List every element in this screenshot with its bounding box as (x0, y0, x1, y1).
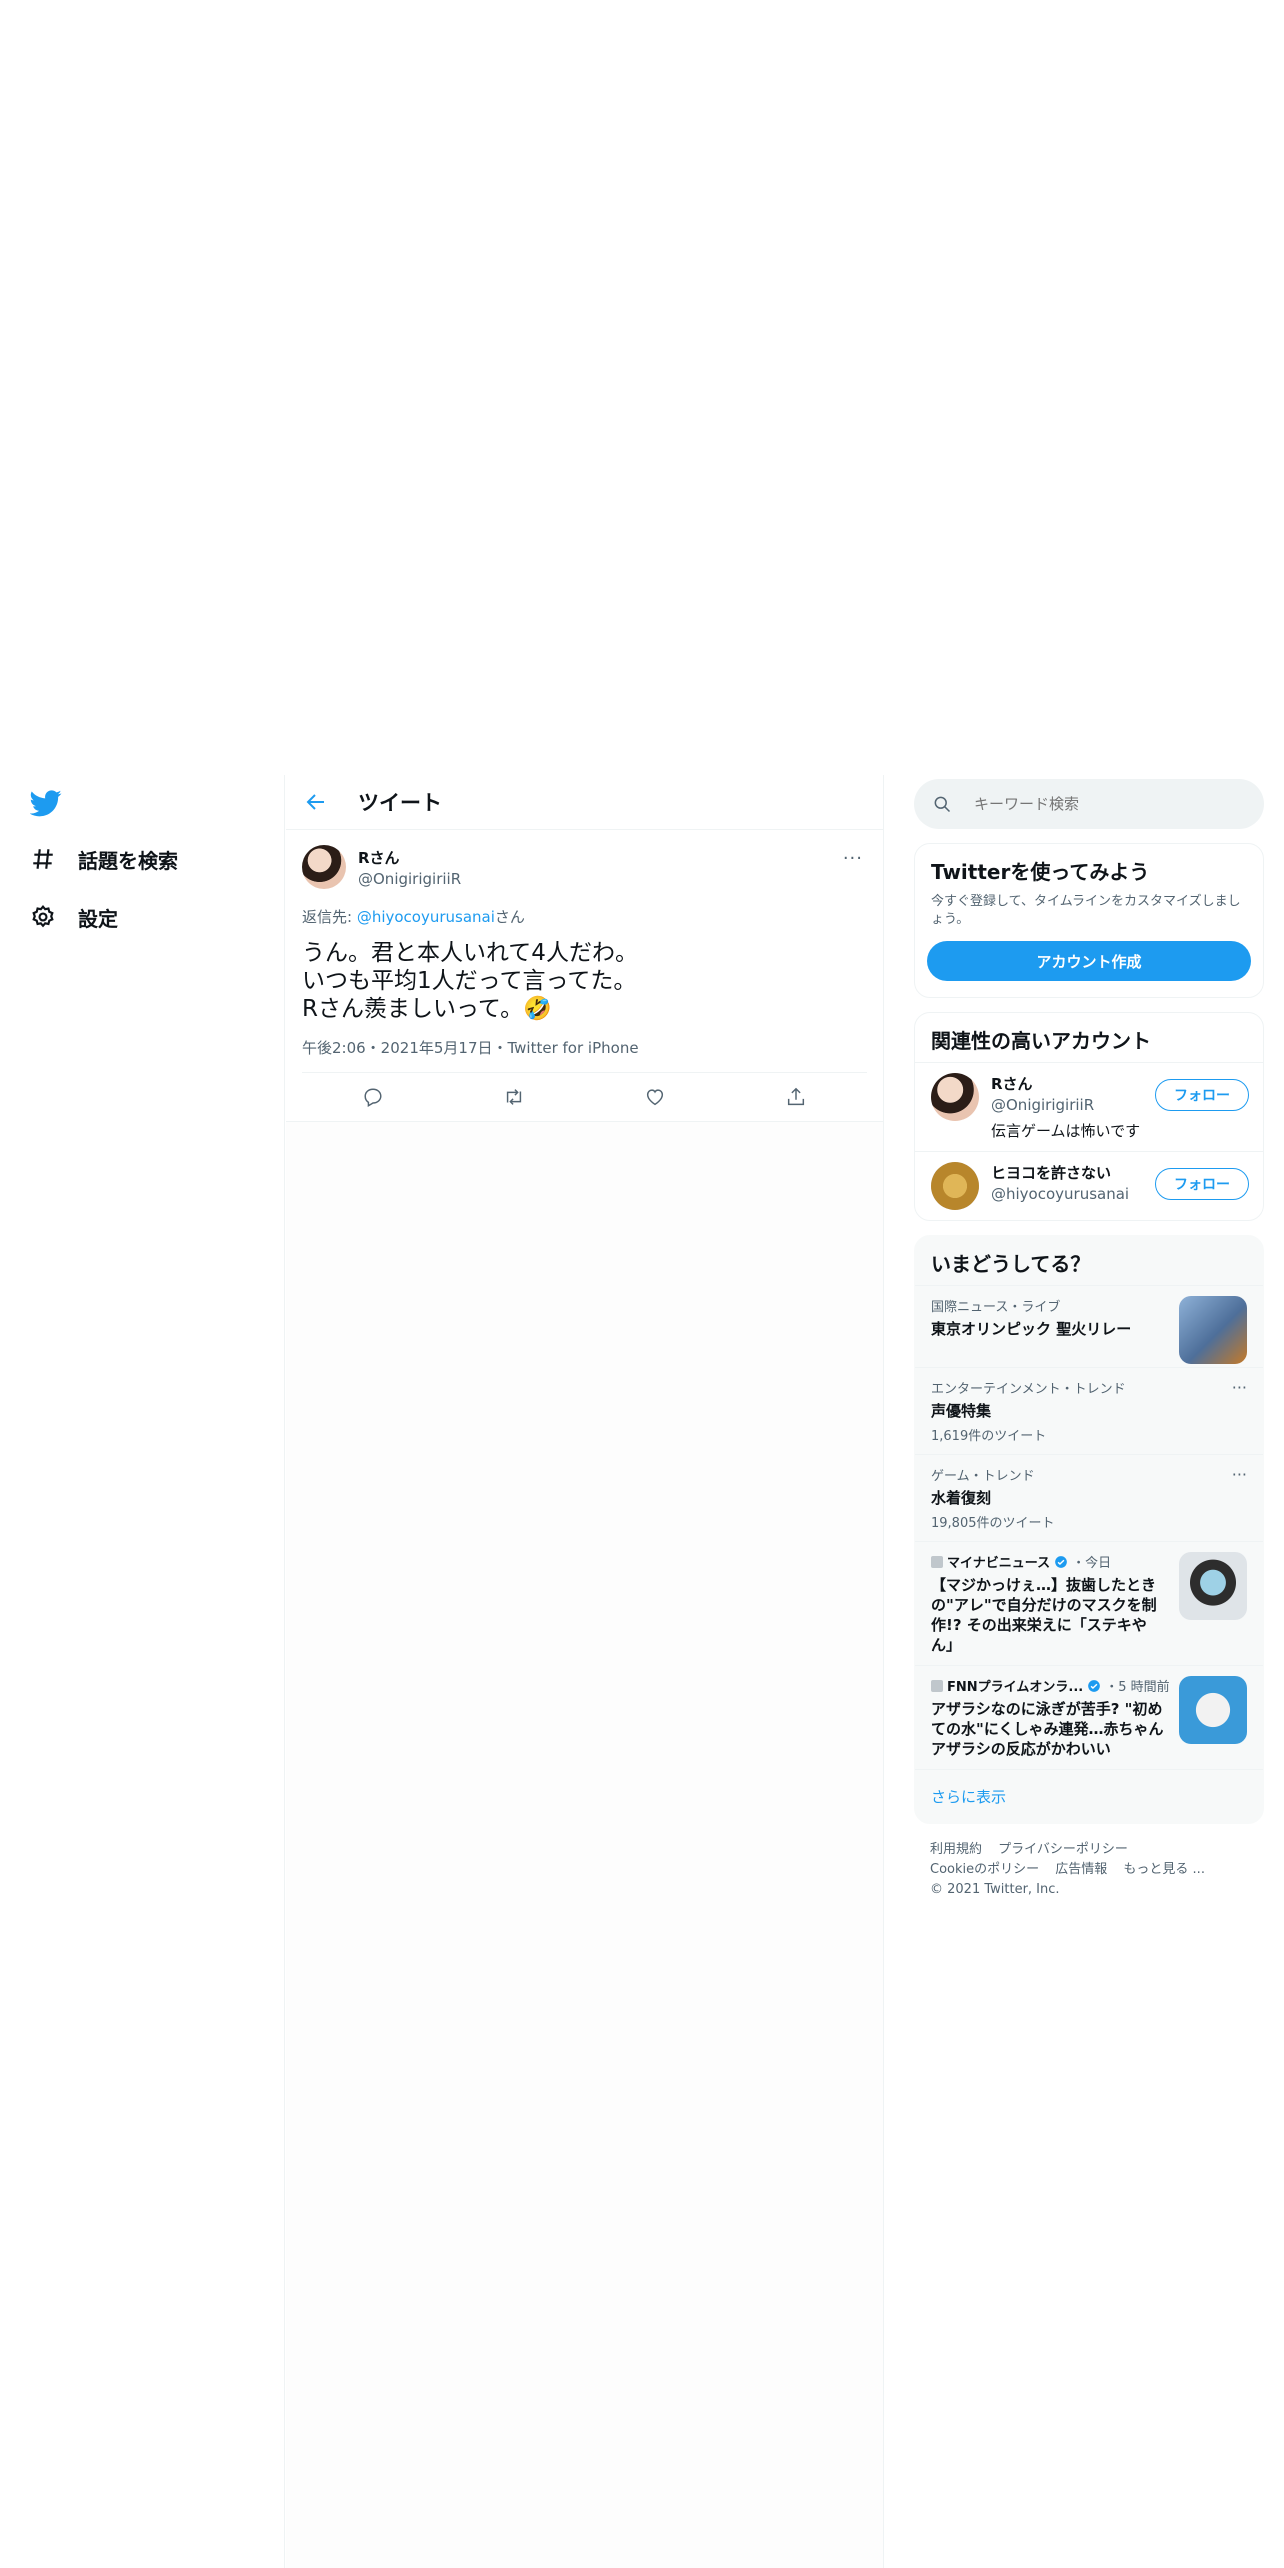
footer-ads-link[interactable]: 広告情報 (1055, 1862, 1107, 1877)
signup-description: 今すぐ登録して、タイムラインをカスタマイズしましょう。 (931, 894, 1241, 927)
avatar[interactable] (302, 845, 346, 889)
more-options-icon[interactable]: ··· (1232, 1378, 1247, 1397)
more-options-icon[interactable]: ··· (1232, 1465, 1247, 1484)
share-icon[interactable] (785, 1086, 807, 1108)
footer-privacy-link[interactable]: プライバシーポリシー (998, 1842, 1128, 1857)
news-source: FNNプライムオンラ... (947, 1680, 1084, 1695)
trend-context: ゲーム・トレンド (931, 1469, 1035, 1484)
news-item[interactable]: FNNプライムオンラ... ・5 時間前 アザラシなのに泳ぎが苦手? "初めての… (915, 1665, 1263, 1769)
verified-icon (1088, 1679, 1101, 1692)
news-time: ・5 時間前 (1105, 1680, 1170, 1695)
trend-context: エンターテインメント・トレンド (931, 1382, 1126, 1397)
tweet-text: うん。君と本人いれて4人だわ。 いつも平均1人だって言ってた。 Rさん羨ましいっ… (302, 940, 638, 1022)
news-thumbnail (1179, 1552, 1247, 1620)
like-icon[interactable] (644, 1086, 666, 1108)
reply-to: 返信先: @hiyocoyurusanaiさん (302, 906, 867, 927)
tweet: Rさん @OnigirigiriiR ··· 返信先: @hiyocoyurus… (286, 830, 883, 1122)
more-options-icon[interactable]: ··· (843, 848, 863, 869)
follow-button[interactable]: フォロー (1155, 1168, 1249, 1200)
trend-thumbnail (1179, 1296, 1247, 1364)
create-account-button[interactable]: アカウント作成 (927, 941, 1251, 981)
footer: 利用規約 プライバシーポリシー Cookieのポリシー 広告情報 もっと見る .… (914, 1824, 1264, 1916)
news-thumbnail (1179, 1676, 1247, 1744)
news-item[interactable]: マイナビニュース ・今日 【マジかっけぇ…】抜歯したときの"アレ"で自分だけのマ… (915, 1541, 1263, 1665)
news-source-icon (931, 1679, 943, 1692)
main-column: ツイート Rさん @OnigirigiriiR ··· 返信先: @hiyoco… (286, 775, 884, 2568)
trend-item[interactable]: エンターテインメント・トレンド 声優特集 1,619件のツイート ··· (915, 1367, 1263, 1454)
avatar[interactable] (931, 1162, 979, 1210)
nav-settings-label: 設定 (78, 906, 118, 931)
tweet-timestamp[interactable]: 午後2:06・2021年5月17日・Twitter for iPhone (302, 1037, 867, 1073)
trend-count: 1,619件のツイート (931, 1429, 1047, 1444)
trend-item[interactable]: ゲーム・トレンド 水着復刻 19,805件のツイート ··· (915, 1454, 1263, 1541)
news-source-icon (931, 1555, 943, 1568)
left-nav: 話題を検索 設定 (0, 775, 285, 2568)
related-title: 関連性の高いアカウント (931, 1029, 1151, 1053)
follow-button[interactable]: フォロー (1155, 1079, 1249, 1111)
back-arrow-icon[interactable] (304, 790, 328, 814)
reply-icon[interactable] (362, 1086, 384, 1108)
reply-mention-link[interactable]: @hiyocoyurusanai (357, 908, 495, 926)
reply-prefix: 返信先: (302, 908, 357, 926)
account-handle[interactable]: @OnigirigiriiR (991, 1096, 1140, 1114)
reply-suffix: さん (494, 908, 525, 926)
trend-item[interactable]: 国際ニュース・ライブ 東京オリンピック 聖火リレー (915, 1285, 1263, 1367)
related-accounts-card: 関連性の高いアカウント Rさん @OnigirigiriiR 伝言ゲームは怖いで… (914, 1012, 1264, 1221)
account-item[interactable]: Rさん @OnigirigiriiR 伝言ゲームは怖いです フォロー (915, 1062, 1263, 1151)
trend-title: 声優特集 (931, 1402, 992, 1420)
signup-title: Twitterを使ってみよう (931, 860, 1150, 884)
right-sidebar: Twitterを使ってみよう 今すぐ登録して、タイムラインをカスタマイズしましょ… (914, 775, 1264, 1916)
tweet-header: ツイート (286, 775, 883, 830)
account-item[interactable]: ヒヨコを許さない @hiyocoyurusanai フォロー (915, 1151, 1263, 1220)
hashtag-icon (33, 849, 53, 869)
account-name[interactable]: Rさん (991, 1073, 1140, 1094)
gear-icon (32, 905, 54, 928)
footer-cookie-link[interactable]: Cookieのポリシー (930, 1862, 1039, 1877)
trends-card: いまどうしてる？ 国際ニュース・ライブ 東京オリンピック 聖火リレー エンターテ… (914, 1235, 1264, 1824)
page-title: ツイート (358, 791, 442, 815)
footer-terms-link[interactable]: 利用規約 (930, 1842, 982, 1857)
account-bio: 伝言ゲームは怖いです (991, 1122, 1141, 1140)
verified-icon (1055, 1555, 1067, 1568)
search-input[interactable] (974, 795, 1224, 813)
search-icon (934, 796, 951, 813)
author-handle[interactable]: @OnigirigiriiR (358, 870, 461, 888)
footer-copyright: © 2021 Twitter, Inc. (930, 1882, 1060, 1897)
footer-more-link[interactable]: もっと見る ... (1123, 1862, 1205, 1877)
retweet-icon[interactable] (503, 1086, 525, 1108)
nav-item-settings[interactable]: 設定 (30, 897, 118, 937)
account-name[interactable]: ヒヨコを許さない (991, 1162, 1129, 1183)
nav-explore-label: 話題を検索 (78, 848, 178, 873)
news-source: マイナビニュース (947, 1556, 1051, 1571)
twitter-logo-icon[interactable] (29, 787, 64, 819)
tweet-author: Rさん @OnigirigiriiR ··· (302, 842, 867, 892)
account-handle[interactable]: @hiyocoyurusanai (991, 1185, 1129, 1203)
trends-title: いまどうしてる？ (931, 1252, 1091, 1276)
page: 話題を検索 設定 ツイート Rさん @OnigirigiriiR ··· 返信先… (0, 775, 1284, 2568)
news-time: ・今日 (1072, 1556, 1112, 1571)
signup-card: Twitterを使ってみよう 今すぐ登録して、タイムラインをカスタマイズしましょ… (914, 843, 1264, 998)
trend-title: 水着復刻 (931, 1489, 992, 1507)
nav-item-explore[interactable]: 話題を検索 (30, 839, 178, 879)
tweet-actions (302, 1073, 867, 1121)
search-bar[interactable] (914, 779, 1264, 829)
author-name[interactable]: Rさん (358, 847, 461, 868)
show-more-link[interactable]: さらに表示 (915, 1769, 1263, 1823)
avatar[interactable] (931, 1073, 979, 1121)
trend-count: 19,805件のツイート (931, 1516, 1055, 1531)
